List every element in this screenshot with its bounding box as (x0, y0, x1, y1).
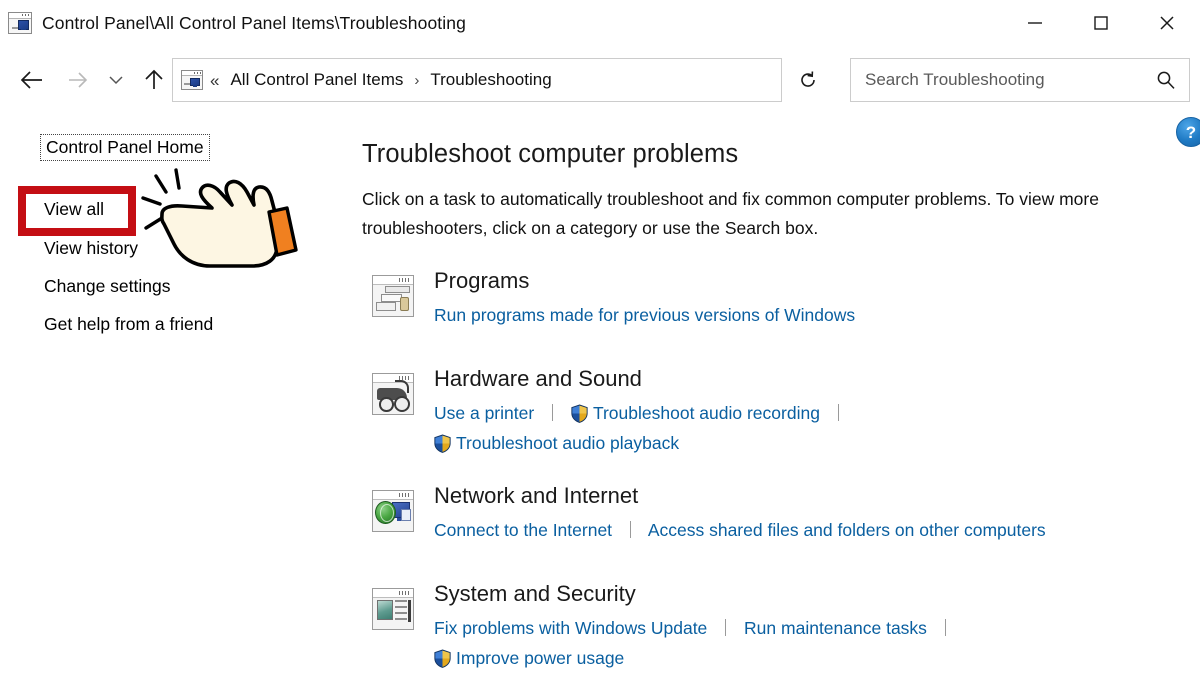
link-troubleshoot-audio-playback[interactable]: Troubleshoot audio playback (456, 433, 679, 453)
navigation-bar: « All Control Panel Items › Troubleshoot… (0, 52, 1200, 108)
link-row: Run programs made for previous versions … (434, 300, 1182, 330)
sidebar-item-get-help-from-a-friend[interactable]: Get help from a friend (44, 314, 213, 335)
link-run-maintenance-tasks[interactable]: Run maintenance tasks (744, 618, 927, 638)
link-run-programs-compat[interactable]: Run programs made for previous versions … (434, 305, 855, 325)
link-improve-power-usage[interactable]: Improve power usage (456, 648, 624, 668)
link-row: Connect to the Internet Access shared fi… (434, 515, 1182, 545)
maximize-icon (1094, 16, 1108, 30)
close-icon (1160, 16, 1174, 30)
category-links-system-and-security: Fix problems with Windows Update Run mai… (434, 613, 1182, 673)
hardware-and-sound-icon (372, 373, 414, 415)
link-row: Troubleshoot audio playback (434, 428, 1182, 458)
search-button[interactable] (1155, 69, 1177, 91)
control-panel-window: Control Panel\All Control Panel Items\Tr… (0, 0, 1200, 675)
link-divider (944, 619, 946, 637)
category-links-hardware-and-sound: Use a printer Troubleshoot audio recordi… (434, 398, 1182, 458)
sidebar-item-view-history[interactable]: View history (44, 238, 138, 259)
link-divider (629, 521, 631, 539)
address-overflow-chevrons[interactable]: « (210, 72, 219, 89)
link-access-shared-files[interactable]: Access shared files and folders on other… (648, 520, 1046, 540)
programs-icon (372, 275, 414, 317)
back-arrow-icon (20, 71, 42, 89)
breadcrumb-all-control-panel-items[interactable]: All Control Panel Items (228, 70, 405, 90)
chevron-down-icon (109, 76, 123, 85)
category-title-hardware-and-sound[interactable]: Hardware and Sound (434, 366, 1182, 391)
up-arrow-icon (145, 69, 163, 89)
title-bar: Control Panel\All Control Panel Items\Tr… (0, 0, 1200, 46)
page-title: Troubleshoot computer problems (362, 140, 739, 168)
main-content: Troubleshoot computer problems Click on … (362, 140, 1182, 673)
refresh-button[interactable] (781, 58, 833, 102)
address-control-panel-icon (181, 70, 203, 90)
link-row: Use a printer Troubleshoot audio recordi… (434, 398, 1182, 428)
window-title: Control Panel\All Control Panel Items\Tr… (42, 12, 466, 33)
category-title-network-and-internet[interactable]: Network and Internet (434, 483, 1182, 508)
sidebar-item-change-settings[interactable]: Change settings (44, 276, 170, 297)
refresh-icon (800, 71, 815, 87)
address-bar[interactable]: « All Control Panel Items › Troubleshoot… (172, 58, 832, 102)
help-label: ? (1185, 122, 1197, 142)
category-links-network-and-internet: Connect to the Internet Access shared fi… (434, 515, 1182, 545)
link-divider (725, 619, 727, 637)
uac-shield-icon (434, 434, 451, 454)
link-use-a-printer[interactable]: Use a printer (434, 403, 534, 423)
sidebar-item-control-panel-home[interactable]: Control Panel Home (40, 134, 210, 161)
maximize-button[interactable] (1068, 0, 1134, 46)
pointing-hand-cursor (141, 168, 298, 268)
up-button[interactable] (132, 52, 176, 108)
page-description: Click on a task to automatically trouble… (362, 189, 1099, 238)
search-box[interactable] (850, 58, 1190, 102)
forward-button[interactable] (56, 52, 100, 108)
link-row: Improve power usage (434, 643, 1182, 673)
back-button[interactable] (10, 52, 54, 108)
breadcrumb-separator[interactable]: › (405, 73, 428, 88)
highlight-box-view-all (18, 186, 136, 236)
link-row: Fix problems with Windows Update Run mai… (434, 613, 1182, 643)
category-programs: Programs Run programs made for previous … (362, 268, 1182, 341)
forward-arrow-icon (69, 72, 88, 88)
control-panel-icon (8, 12, 32, 34)
link-divider (837, 404, 839, 422)
category-title-system-and-security[interactable]: System and Security (434, 581, 1182, 606)
window-controls (1002, 0, 1200, 46)
system-and-security-icon (372, 588, 414, 631)
category-links-programs: Run programs made for previous versions … (434, 300, 1182, 330)
category-network-and-internet: Network and Internet Connect to the Inte… (362, 483, 1182, 556)
minimize-icon (1028, 22, 1042, 24)
close-button[interactable] (1134, 0, 1200, 46)
link-fix-problems-with-windows-update[interactable]: Fix problems with Windows Update (434, 618, 707, 638)
search-input[interactable] (863, 59, 1135, 101)
category-hardware-and-sound: Hardware and Sound Use a printer Trouble… (362, 366, 1182, 458)
search-icon (1157, 71, 1175, 89)
uac-shield-icon (571, 404, 588, 424)
recent-locations-button[interactable] (100, 52, 132, 108)
category-title-programs[interactable]: Programs (434, 268, 1182, 293)
uac-shield-icon (434, 649, 451, 669)
breadcrumb-troubleshooting[interactable]: Troubleshooting (428, 70, 553, 90)
link-divider (552, 404, 554, 422)
category-system-and-security: System and Security Fix problems with Wi… (362, 581, 1182, 673)
link-connect-to-the-internet[interactable]: Connect to the Internet (434, 520, 612, 540)
link-troubleshoot-audio-recording[interactable]: Troubleshoot audio recording (593, 403, 820, 423)
minimize-button[interactable] (1002, 0, 1068, 46)
network-and-internet-icon (372, 490, 414, 533)
